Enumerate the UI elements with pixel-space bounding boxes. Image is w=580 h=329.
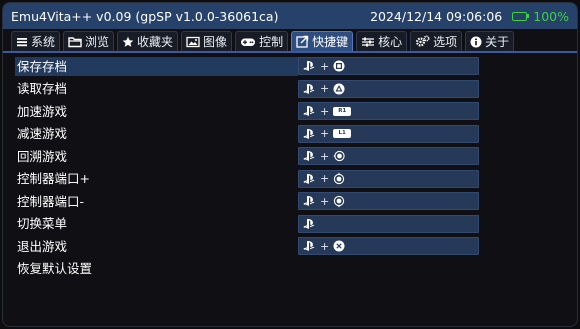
hotkey-label: 控制器端口+ — [17, 171, 90, 187]
hotkey-label: 恢复默认设置 — [17, 261, 93, 277]
hotkey-row[interactable]: 控制器端口- + — [15, 190, 565, 213]
plus-sign: + — [320, 82, 330, 96]
tab-label: 控制 — [259, 35, 284, 49]
plus-sign: + — [320, 172, 330, 186]
battery-percent: 100% — [533, 8, 569, 24]
gamepad-icon — [241, 38, 256, 46]
hotkey-row[interactable]: 切换菜单 — [15, 213, 565, 236]
image-icon — [186, 36, 200, 47]
star-icon — [122, 36, 134, 48]
hotkey-label: 退出游戏 — [17, 238, 68, 254]
tab-label: 图像 — [203, 35, 228, 49]
plus-sign: + — [320, 239, 330, 253]
tab-label: 关于 — [485, 35, 510, 49]
hotkey-row[interactable]: 控制器端口+ + — [15, 168, 565, 191]
tab-gamepad[interactable]: 控制 — [235, 31, 289, 51]
hotkey-label: 切换菜单 — [17, 216, 68, 232]
l1-button-icon: L1 — [333, 129, 352, 139]
hotkey-binding[interactable]: + L1 — [298, 124, 479, 143]
plus-sign: + — [320, 149, 330, 163]
hotkey-label: 加速游戏 — [17, 103, 68, 119]
tab-shortcut[interactable]: 快捷键 — [291, 31, 354, 51]
image-icon — [186, 36, 200, 48]
folder-icon — [68, 36, 82, 47]
hotkey-row[interactable]: 加速游戏 + R1 — [15, 100, 565, 123]
tab-sliders[interactable]: 核心 — [356, 31, 408, 51]
cross-button-icon — [333, 240, 345, 252]
ps-button-icon — [303, 241, 315, 252]
gears-icon — [416, 35, 430, 47]
app-title: Emu4Vita++ v0.09 (gpSP v1.0.0-36061ca) — [11, 8, 279, 24]
menu-icon — [17, 37, 27, 46]
tab-image[interactable]: 图像 — [181, 31, 233, 51]
ps-button-icon — [303, 83, 315, 94]
hotkey-binding[interactable]: + — [298, 237, 479, 256]
clock: 2024/12/14 09:06:06 — [370, 8, 503, 24]
star-icon — [122, 36, 134, 47]
hotkey-label: 控制器端口- — [17, 193, 85, 209]
plus-sign: + — [320, 127, 330, 141]
app-window: Emu4Vita++ v0.09 (gpSP v1.0.0-36061ca) 2… — [2, 2, 578, 327]
hotkey-label: 保存存档 — [15, 56, 298, 76]
hotkey-label: 回溯游戏 — [17, 148, 68, 164]
tab-gears[interactable]: 选项 — [410, 31, 463, 51]
tab-bar: 系统 浏览 收藏夹 图像 控制 快捷键 核心 选项 关于 — [3, 31, 577, 53]
tab-label: 浏览 — [85, 35, 110, 49]
hotkey-row[interactable]: 恢复默认设置 — [15, 258, 565, 281]
hotkey-binding[interactable]: + — [298, 192, 479, 211]
ps-button-icon — [303, 218, 315, 229]
right-analog-down-icon — [334, 195, 345, 208]
battery-icon — [512, 11, 528, 21]
hotkey-binding[interactable]: + R1 — [298, 102, 479, 121]
hotkey-binding[interactable]: + — [298, 79, 479, 98]
plus-sign: + — [320, 104, 330, 118]
hotkey-list: 保存存档 + 读取存档 + 加速游戏 + R1 减速游戏 + L1 回溯游戏 + 控制器端口+ + 控制器端… — [15, 55, 565, 280]
shortcut-icon — [296, 35, 309, 48]
right-analog-icon — [333, 151, 345, 162]
hotkey-row[interactable]: 回溯游戏 + — [15, 145, 565, 168]
plus-sign: + — [320, 59, 330, 73]
hotkey-label: 读取存档 — [17, 81, 68, 97]
menu-icon — [16, 36, 28, 48]
ps-button-icon — [303, 173, 315, 184]
tab-star[interactable]: 收藏夹 — [117, 31, 179, 51]
hotkey-row[interactable]: 读取存档 + — [15, 78, 565, 101]
tab-label: 快捷键 — [312, 35, 349, 49]
tab-folder[interactable]: 浏览 — [63, 31, 115, 51]
ps-button-icon — [303, 151, 315, 162]
tab-info[interactable]: 关于 — [465, 31, 515, 51]
hotkey-label: 减速游戏 — [17, 126, 68, 142]
hotkey-row[interactable]: 保存存档 + — [15, 55, 565, 78]
hotkey-row[interactable]: 退出游戏 + — [15, 235, 565, 258]
battery-indicator: 100% — [512, 9, 569, 24]
right-analog-up-icon — [334, 172, 345, 185]
ps-button-icon — [303, 128, 315, 139]
info-icon — [470, 36, 482, 47]
square-button-icon — [333, 60, 345, 72]
tab-menu[interactable]: 系统 — [11, 31, 61, 51]
ps-button-icon — [303, 196, 315, 207]
tab-label: 收藏夹 — [137, 35, 174, 49]
sliders-icon — [361, 36, 375, 48]
hotkey-binding[interactable]: + — [298, 169, 479, 188]
ps-button-icon — [303, 61, 315, 72]
tab-label: 核心 — [378, 35, 403, 49]
folder-icon — [68, 36, 82, 48]
tab-label: 系统 — [31, 35, 56, 49]
gears-icon — [415, 35, 430, 48]
ps-button-icon — [303, 106, 315, 117]
shortcut-icon — [296, 35, 309, 48]
triangle-button-icon — [333, 83, 345, 95]
sliders-icon — [362, 37, 375, 46]
r1-button-icon: R1 — [333, 106, 352, 116]
title-bar: Emu4Vita++ v0.09 (gpSP v1.0.0-36061ca) 2… — [3, 3, 577, 29]
hotkey-binding[interactable] — [298, 214, 479, 233]
hotkey-row[interactable]: 减速游戏 + L1 — [15, 123, 565, 146]
hotkey-binding[interactable]: + — [298, 147, 479, 166]
plus-sign: + — [320, 194, 330, 208]
hotkey-binding[interactable]: + — [298, 57, 479, 76]
gamepad-icon — [240, 36, 256, 48]
info-icon — [470, 36, 482, 48]
tab-label: 选项 — [433, 35, 458, 49]
